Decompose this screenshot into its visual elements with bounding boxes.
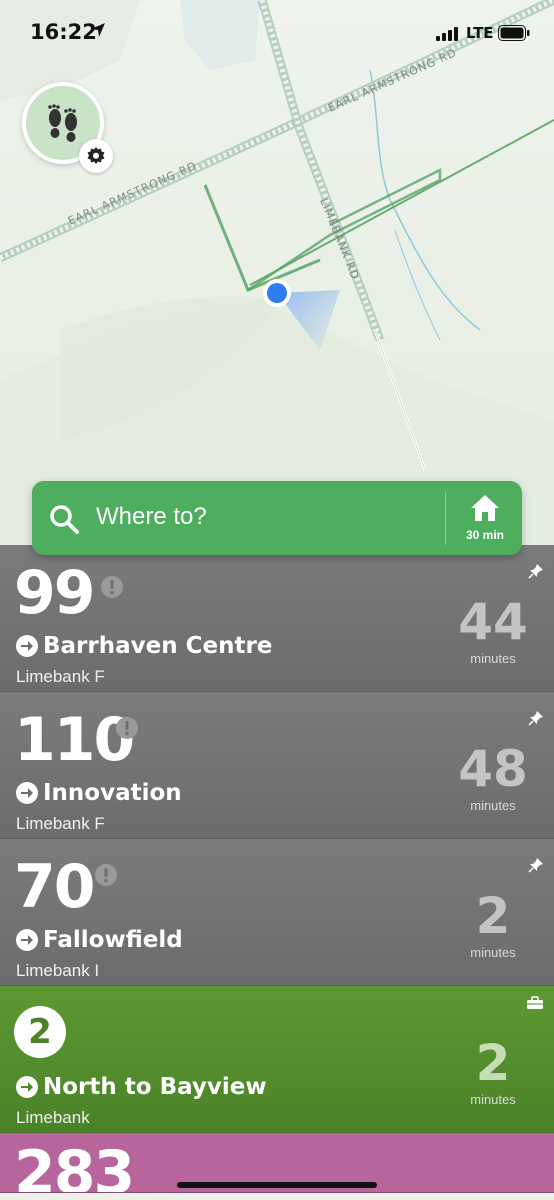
pin-icon[interactable] [528,710,544,726]
search-input[interactable]: Where to? [96,503,207,531]
route-destination: North to Bayview [16,1074,267,1100]
route-destination: Fallowfield [16,927,183,953]
route-number: 99 [14,558,95,628]
route-card[interactable]: 2 North to Bayview Limebank 2 minutes [0,986,554,1133]
route-card[interactable]: 110 Innovation Limebank F 48 minutes [0,692,554,839]
direction-arrow-icon [16,929,38,951]
home-icon [471,495,499,521]
minutes-label: minutes [470,945,516,960]
direction-arrow-icon [16,635,38,657]
route-destination: Innovation [16,780,182,806]
pin-icon[interactable] [528,563,544,579]
alert-icon[interactable] [100,575,124,599]
destination-label: Innovation [43,780,182,806]
direction-arrow-icon [16,1076,38,1098]
stop-label: Limebank F [16,814,105,833]
home-travel-time: 30 min [465,528,504,542]
direction-arrow-icon [16,782,38,804]
arrival-minutes: 44 [458,593,528,651]
location-arrow-icon [91,23,105,37]
signal-icon [436,27,458,41]
status-time: 16:22 [30,20,97,44]
stop-label: Limebank I [16,961,100,980]
home-indicator[interactable] [177,1182,377,1188]
route-card[interactable]: 99 Barrhaven Centre Limebank F 44 minute… [0,545,554,692]
route-destination: Barrhaven Centre [16,633,272,659]
settings-button[interactable] [79,139,113,173]
destination-label: Fallowfield [43,927,183,953]
route-number: 70 [14,852,95,922]
footprints-icon [48,104,77,142]
stop-label: Limebank F [16,667,105,686]
stop-label: Limebank [16,1108,90,1127]
minutes-label: minutes [470,651,516,666]
search-bar[interactable]: Where to? 30 min [32,481,522,555]
destination-label: Barrhaven Centre [43,633,273,659]
route-number: 283 [14,1138,135,1193]
arrival-minutes: 2 [475,1034,511,1092]
map-view[interactable]: EARL ARMSTRONG RD EARL ARMSTRONG RD LIME… [0,0,554,560]
pin-icon[interactable] [528,857,544,873]
alert-icon[interactable] [94,863,118,887]
home-button[interactable]: 30 min [448,481,522,555]
minutes-label: minutes [470,1092,516,1107]
briefcase-icon [527,996,543,1009]
alert-icon[interactable] [115,716,139,740]
route-card[interactable]: 70 Fallowfield Limebank I 2 minutes [0,839,554,986]
destination-label: North to Bayview [43,1074,267,1100]
network-label: LTE [466,24,494,42]
route-list: 99 Barrhaven Centre Limebank F 44 minute… [0,545,554,1193]
map-canvas: EARL ARMSTRONG RD EARL ARMSTRONG RD LIME… [0,0,554,560]
search-icon [50,505,79,534]
search-divider [445,491,446,545]
arrival-minutes: 2 [475,887,511,945]
current-location-dot [267,283,287,303]
gear-icon [87,147,105,164]
arrival-minutes: 48 [458,740,528,798]
battery-icon [498,25,530,41]
minutes-label: minutes [470,798,516,813]
status-bar: 16:22 LTE [0,0,554,66]
route-badge: 2 [14,1006,66,1058]
